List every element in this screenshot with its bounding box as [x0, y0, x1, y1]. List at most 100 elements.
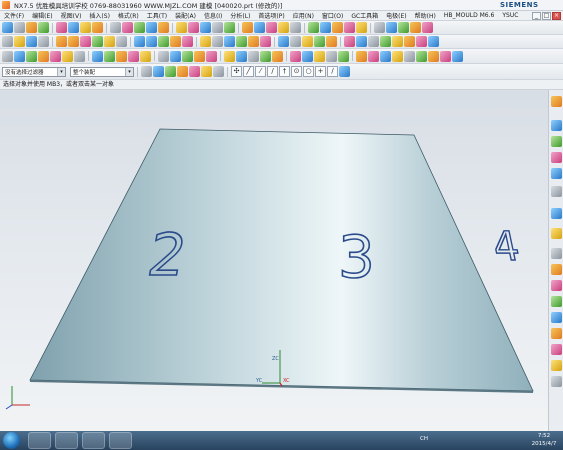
feature-curves-icon[interactable] — [165, 66, 176, 77]
snap-endpoint-icon[interactable]: ╱ — [243, 66, 254, 77]
history-icon[interactable] — [551, 228, 562, 239]
boss-icon[interactable] — [68, 22, 79, 33]
delete-face-icon[interactable] — [320, 22, 331, 33]
sync-make-coplanar-icon[interactable] — [416, 36, 427, 47]
taskbar-app-explorer[interactable] — [28, 432, 51, 449]
snap-enable-icon[interactable]: ✣ — [231, 66, 242, 77]
print-icon[interactable] — [38, 36, 49, 47]
system-materials-icon[interactable] — [551, 248, 562, 259]
thicken-icon[interactable] — [338, 50, 349, 62]
isometric-view-icon[interactable] — [236, 36, 247, 47]
electrode-icon[interactable] — [440, 50, 451, 62]
resource-pin-icon[interactable] — [551, 96, 562, 107]
plate-top-face[interactable] — [29, 128, 534, 392]
hole-icon[interactable] — [56, 22, 67, 33]
open-file-icon[interactable] — [14, 36, 25, 47]
trim-body-icon[interactable] — [212, 22, 223, 33]
shaded-with-edges-icon[interactable] — [200, 36, 211, 47]
menu-application[interactable]: 应用(N) — [289, 11, 318, 20]
user-profile-icon[interactable] — [551, 344, 562, 355]
mold-wizard-icon[interactable] — [356, 50, 367, 62]
paste-icon[interactable] — [104, 36, 115, 47]
mold-base-icon[interactable] — [380, 50, 391, 62]
front-view-icon[interactable] — [260, 36, 271, 47]
delete-icon[interactable] — [116, 36, 127, 47]
snap-point-on-face-icon[interactable] — [339, 66, 350, 77]
edge-blend-icon[interactable] — [146, 22, 157, 33]
bounded-plane-icon[interactable] — [326, 50, 337, 62]
taskbar-app-browser[interactable] — [55, 432, 78, 449]
patch-icon[interactable] — [290, 22, 301, 33]
graphics-viewport[interactable]: 2 3 4 ZC YC XC — [0, 90, 548, 431]
mold-tools-icon[interactable] — [551, 328, 562, 339]
line-icon[interactable] — [38, 50, 49, 62]
ruled-icon[interactable] — [260, 50, 271, 62]
slider-lifter-icon[interactable] — [416, 50, 427, 62]
project-curve-icon[interactable] — [104, 50, 115, 62]
datum-plane-icon[interactable] — [14, 22, 25, 33]
start-button[interactable] — [3, 432, 20, 449]
sew-icon[interactable] — [278, 22, 289, 33]
cut-icon[interactable] — [80, 36, 91, 47]
pan-icon[interactable] — [158, 36, 169, 47]
engraved-digit-3[interactable]: 3 — [337, 222, 376, 292]
system-clock[interactable]: 7:52 2015/4/7 — [527, 432, 561, 448]
subtract-icon[interactable] — [122, 22, 133, 33]
wcs-rotate-icon[interactable] — [314, 36, 325, 47]
chamfer-icon[interactable] — [158, 22, 169, 33]
region-icon[interactable] — [213, 66, 224, 77]
sync-pattern-face-icon[interactable] — [392, 36, 403, 47]
constraint-navigator-icon[interactable] — [551, 136, 562, 147]
save-icon[interactable] — [26, 36, 37, 47]
tangent-curves-icon[interactable] — [189, 66, 200, 77]
taskbar-app-nx[interactable] — [109, 432, 132, 449]
connected-curves-icon[interactable] — [177, 66, 188, 77]
face-rule-icon[interactable] — [201, 66, 212, 77]
standard-part-icon[interactable] — [392, 50, 403, 62]
bom-icon[interactable] — [452, 50, 463, 62]
top-view-icon[interactable] — [248, 36, 259, 47]
wcs-display-icon[interactable] — [326, 36, 337, 47]
shell-icon[interactable] — [176, 22, 187, 33]
select-all-icon[interactable] — [141, 66, 152, 77]
datum-csys-icon[interactable] — [14, 50, 25, 62]
extract-geometry-icon[interactable] — [266, 22, 277, 33]
join-curve-icon[interactable] — [182, 50, 193, 62]
draft-icon[interactable] — [188, 22, 199, 33]
replace-face-icon[interactable] — [332, 22, 343, 33]
taskbar-app-chat[interactable] — [82, 432, 105, 449]
minimize-button[interactable]: _ — [532, 12, 541, 20]
perspective-icon[interactable] — [182, 36, 193, 47]
pad-icon[interactable] — [92, 22, 103, 33]
menu-preferences[interactable]: 首选项(P) — [254, 11, 288, 20]
roles-icon[interactable] — [551, 296, 562, 307]
close-button[interactable]: × — [552, 12, 561, 20]
menu-file[interactable]: 文件(F) — [0, 11, 28, 20]
menu-format[interactable]: 格式(R) — [114, 11, 143, 20]
menu-view[interactable]: 视图(V) — [57, 11, 86, 20]
redo-icon[interactable] — [68, 36, 79, 47]
move-face-icon[interactable] — [308, 22, 319, 33]
menu-gc-toolkit[interactable]: GC工具箱 — [347, 11, 382, 20]
text-icon[interactable] — [74, 50, 85, 62]
swept-icon[interactable] — [248, 50, 259, 62]
selection-intent-icon[interactable] — [153, 66, 164, 77]
new-file-icon[interactable] — [2, 36, 13, 47]
measure-angle-icon[interactable] — [386, 22, 397, 33]
sync-make-coaxial-icon[interactable] — [428, 36, 439, 47]
hd3d-tools-icon[interactable] — [551, 186, 562, 197]
copy-icon[interactable] — [92, 36, 103, 47]
offset-surface-icon[interactable] — [290, 50, 301, 62]
divide-curve-icon[interactable] — [170, 50, 181, 62]
trim-curve-icon[interactable] — [158, 50, 169, 62]
new-sketch-icon[interactable] — [2, 22, 13, 33]
zoom-icon[interactable] — [146, 36, 157, 47]
manufacturing-wizards-icon[interactable] — [551, 280, 562, 291]
extrude-icon[interactable] — [26, 22, 37, 33]
snap-arc-center-icon[interactable]: ⊙ — [291, 66, 302, 77]
menu-help[interactable]: 帮助(H) — [411, 11, 440, 20]
fit-view-icon[interactable] — [134, 36, 145, 47]
clip-section-icon[interactable] — [278, 36, 289, 47]
sync-offset-region-icon[interactable] — [356, 36, 367, 47]
n-sided-surface-icon[interactable] — [272, 50, 283, 62]
